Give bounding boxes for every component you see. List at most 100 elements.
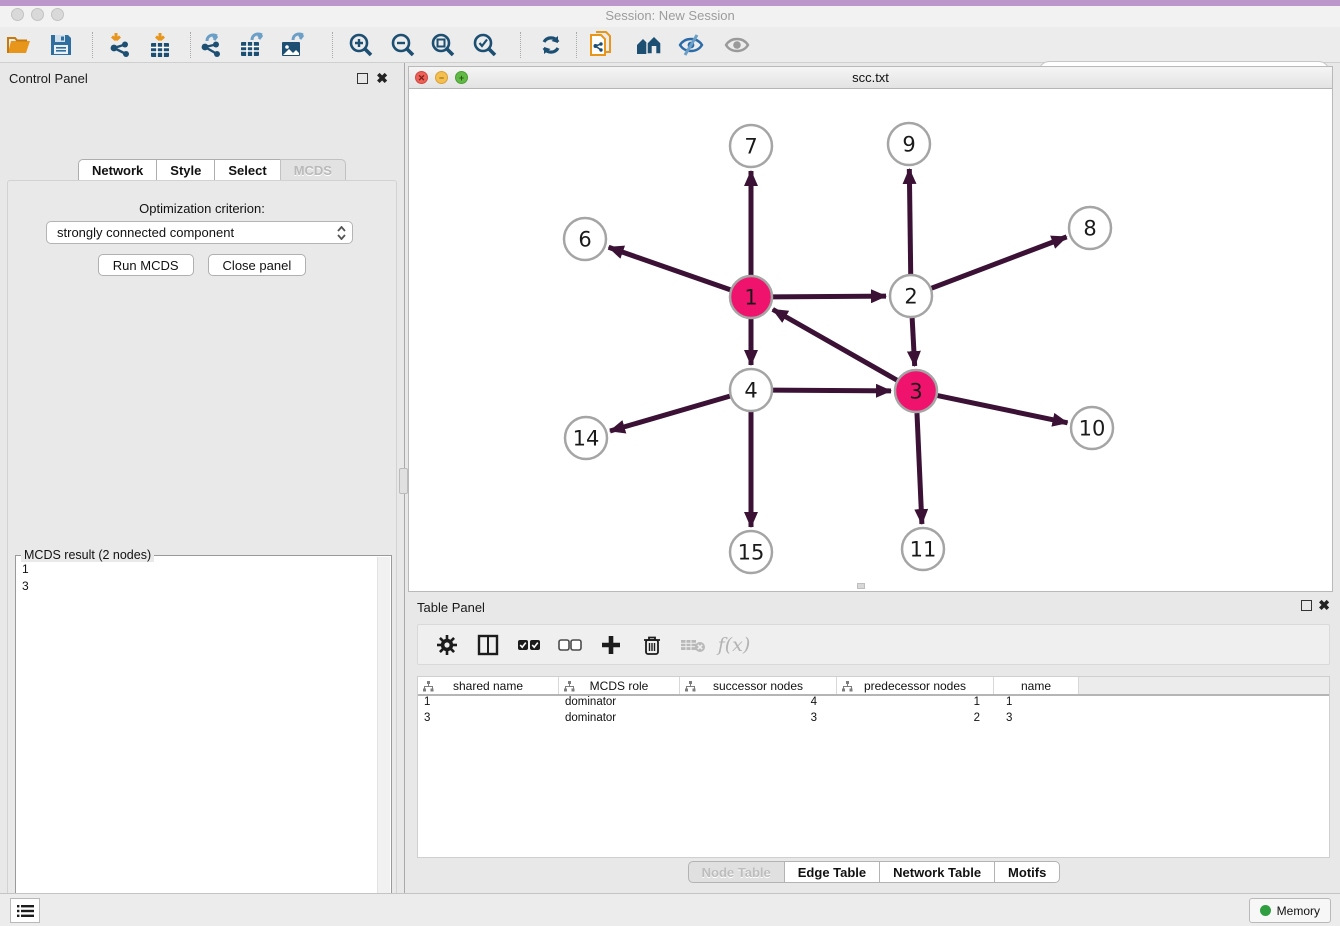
tab-node-table[interactable]: Node Table (688, 861, 784, 883)
cell[interactable]: 3 (680, 712, 837, 728)
table-tabbar: Node TableEdge TableNetwork TableMotifs (408, 861, 1340, 883)
edge-1-6[interactable] (609, 247, 731, 289)
close-panel-icon[interactable]: ✖ (376, 70, 388, 87)
toolbar-separator (332, 32, 333, 58)
select-all-icon[interactable] (516, 632, 542, 658)
network-canvas[interactable]: 1234678910111415 (409, 89, 1332, 591)
save-session-icon[interactable] (44, 31, 78, 59)
tab-network[interactable]: Network (78, 159, 156, 181)
control-panel-title: Control Panel (9, 71, 88, 86)
toolbar-separator (576, 32, 577, 58)
column-type-icon (564, 681, 575, 692)
edge-4-3[interactable] (773, 390, 891, 391)
node-label-8: 8 (1083, 217, 1096, 241)
edge-2-8[interactable] (932, 237, 1067, 288)
column-type-icon (423, 681, 434, 692)
edge-1-2[interactable] (773, 296, 886, 297)
edge-3-11[interactable] (917, 413, 922, 524)
tab-motifs[interactable]: Motifs (994, 861, 1060, 883)
memory-label: Memory (1277, 904, 1320, 918)
tab-mcds[interactable]: MCDS (280, 159, 346, 181)
float-table-panel-icon[interactable] (1301, 600, 1312, 611)
cell[interactable]: 2 (837, 712, 994, 728)
graph-edges[interactable] (609, 169, 1068, 527)
task-history-button[interactable] (10, 898, 40, 923)
statusbar: Memory (0, 893, 1340, 926)
mcds-result-title: MCDS result (2 nodes) (21, 548, 154, 562)
open-session-icon[interactable] (2, 31, 36, 59)
criterion-dropdown[interactable]: strongly connected component (46, 221, 353, 244)
zoom-in-icon[interactable] (344, 31, 378, 59)
show-all-icon[interactable] (720, 31, 754, 59)
table-row[interactable]: 3dominator323 (418, 712, 1329, 728)
network-from-file-icon[interactable] (584, 31, 618, 59)
edge-3-10[interactable] (938, 396, 1068, 423)
zoom-selected-icon[interactable] (468, 31, 502, 59)
table-body[interactable]: 1dominator4113dominator323 (418, 696, 1329, 728)
tab-style[interactable]: Style (156, 159, 214, 181)
canvas-resize-handle[interactable] (857, 583, 865, 589)
column-header-shared-name[interactable]: shared name (418, 677, 559, 694)
node-label-9: 9 (902, 133, 915, 157)
hide-selected-icon[interactable] (674, 31, 708, 59)
run-mcds-button[interactable]: Run MCDS (98, 254, 194, 276)
mcds-result-group: MCDS result (2 nodes) 1 3 (15, 555, 392, 926)
edge-3-1[interactable] (773, 309, 897, 380)
delete-column-icon[interactable] (680, 632, 706, 658)
result-scrollbar[interactable] (377, 557, 390, 926)
cell[interactable]: 1 (994, 696, 1079, 712)
node-table[interactable]: shared nameMCDS rolesuccessor nodesprede… (417, 676, 1330, 858)
tab-network-table[interactable]: Network Table (879, 861, 994, 883)
float-panel-icon[interactable] (357, 73, 368, 84)
dropdown-stepper-icon (337, 226, 346, 240)
delete-row-icon[interactable] (639, 632, 665, 658)
column-view-icon[interactable] (475, 632, 501, 658)
import-network-icon[interactable] (104, 31, 138, 59)
refresh-icon[interactable] (534, 31, 568, 59)
titlebar: Session: New Session (0, 6, 1340, 27)
export-image-icon[interactable] (276, 31, 310, 59)
export-table-icon[interactable] (235, 31, 269, 59)
table-row[interactable]: 1dominator411 (418, 696, 1329, 712)
edge-2-9[interactable] (909, 169, 910, 274)
network-window-title: scc.txt (409, 70, 1332, 85)
edge-4-14[interactable] (610, 396, 730, 431)
close-table-panel-icon[interactable]: ✖ (1318, 597, 1330, 614)
close-panel-button[interactable]: Close panel (208, 254, 307, 276)
cell[interactable]: 1 (418, 696, 559, 712)
node-label-2: 2 (904, 285, 917, 309)
zoom-out-icon[interactable] (386, 31, 420, 59)
import-table-icon[interactable] (143, 31, 177, 59)
node-label-4: 4 (744, 379, 757, 403)
tab-edge-table[interactable]: Edge Table (784, 861, 879, 883)
table-header-row[interactable]: shared nameMCDS rolesuccessor nodesprede… (418, 677, 1329, 696)
column-header-name[interactable]: name (994, 677, 1079, 694)
network-window-titlebar[interactable]: ✕ − + scc.txt (409, 67, 1332, 89)
gear-icon[interactable] (434, 632, 460, 658)
panel-splitter-handle[interactable] (399, 468, 408, 494)
column-header-successor-nodes[interactable]: successor nodes (680, 677, 837, 694)
node-label-1: 1 (744, 286, 757, 310)
unselect-all-icon[interactable] (557, 632, 583, 658)
memory-button[interactable]: Memory (1249, 898, 1331, 923)
cell[interactable]: 4 (680, 696, 837, 712)
cell[interactable]: 1 (837, 696, 994, 712)
add-column-icon[interactable] (598, 632, 624, 658)
app-window: Session: New Session (0, 0, 1340, 926)
export-network-icon[interactable] (194, 31, 228, 59)
zoom-fit-icon[interactable] (426, 31, 460, 59)
cell[interactable]: dominator (559, 712, 680, 728)
cell[interactable]: 3 (418, 712, 559, 728)
mcds-result-list[interactable]: 1 3 (22, 561, 29, 595)
table-panel-title: Table Panel (417, 600, 485, 615)
table-panel: Table Panel ✖ (408, 596, 1340, 890)
network-view-window: ✕ − + scc.txt 1234678910111415 (408, 66, 1333, 592)
node-label-15: 15 (738, 541, 765, 565)
tab-select[interactable]: Select (214, 159, 279, 181)
column-header-MCDS-role[interactable]: MCDS role (559, 677, 680, 694)
edge-2-3[interactable] (912, 318, 915, 366)
cell[interactable]: 3 (994, 712, 1079, 728)
cell[interactable]: dominator (559, 696, 680, 712)
first-neighbors-icon[interactable] (633, 31, 667, 59)
column-header-predecessor-nodes[interactable]: predecessor nodes (837, 677, 994, 694)
